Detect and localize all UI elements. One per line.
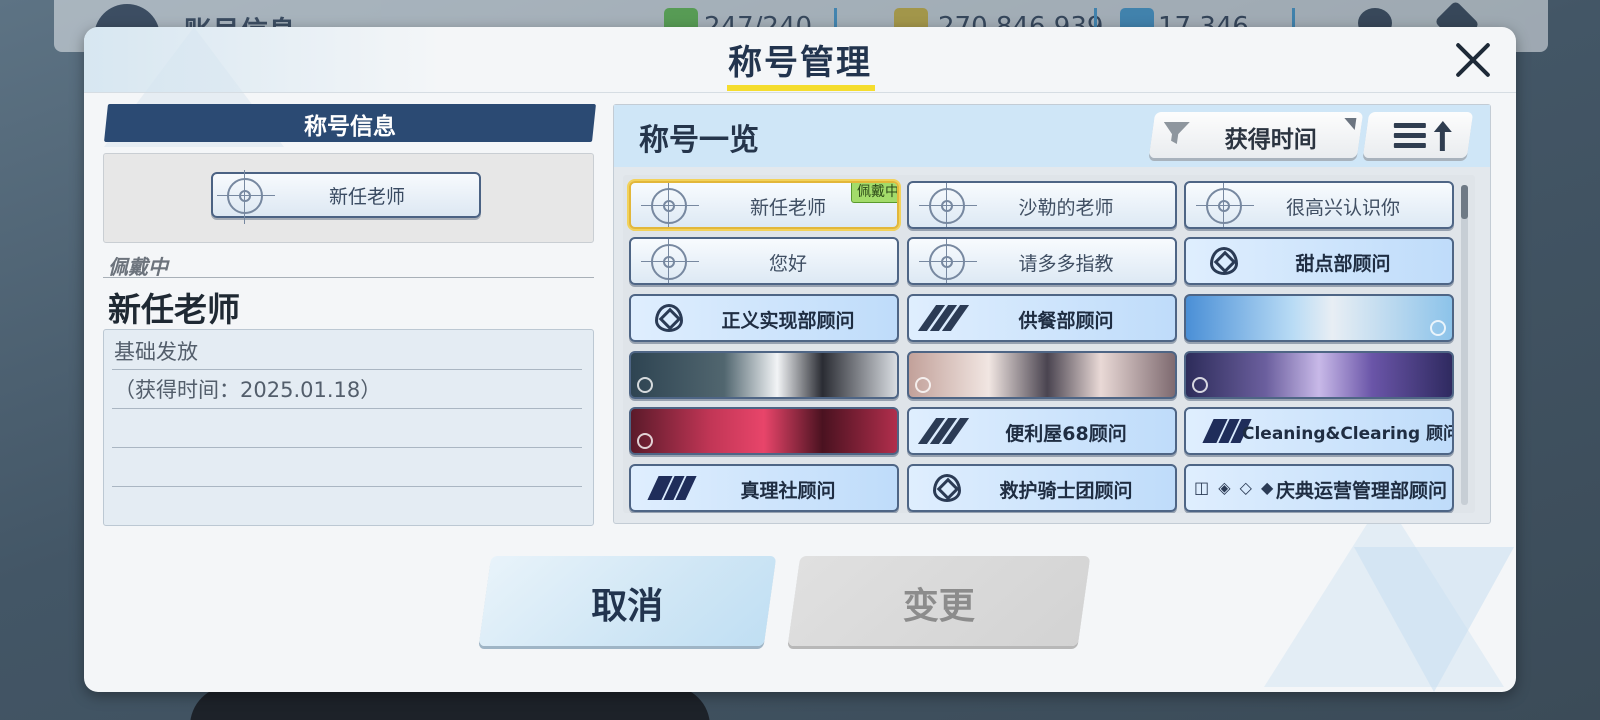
title-list-header: 称号一览 获得时间 (614, 105, 1490, 167)
title-description: 基础发放 （获得时间：2025.01.18） (103, 329, 594, 526)
title-tile-label: 请多多指教 (1018, 253, 1114, 275)
divider (112, 486, 582, 487)
title-info-header-label: 称号信息 (304, 114, 396, 140)
knot-icon (1208, 245, 1240, 277)
filter-icon (1161, 122, 1190, 144)
title-tile[interactable]: 沙勒的老师 (907, 181, 1177, 229)
decor-triangle (1354, 547, 1514, 692)
scrollbar-thumb[interactable] (1461, 185, 1468, 219)
title-underline (727, 85, 875, 91)
equipped-title-name: 新任老师 (108, 290, 240, 329)
preview-title-chip: 新任老师 (211, 170, 481, 224)
change-button-label: 变更 (902, 586, 975, 627)
equipped-label: 佩戴中 (108, 255, 168, 279)
title-tile[interactable]: 很高兴认识你 (1184, 181, 1454, 229)
title-tile-label: 您好 (768, 253, 807, 275)
title-tile-label: 庆典运营管理部顾问 (1276, 480, 1448, 502)
arrow-up-icon (1434, 121, 1452, 151)
obtained-time: （获得时间：2025.01.18） (114, 378, 382, 402)
title-tile[interactable]: 甜点部顾问 (1184, 237, 1454, 285)
divider (112, 369, 582, 370)
title-tile[interactable]: 您好 (629, 237, 899, 285)
title-tile-art[interactable] (629, 407, 899, 455)
title-tile-label: 甜点部顾问 (1295, 253, 1391, 275)
art-badge-icon (637, 433, 653, 449)
title-tile-label: 真理社顾问 (740, 480, 836, 502)
title-tile[interactable]: 真理社顾问 (629, 464, 899, 512)
title-tile-art[interactable] (1184, 294, 1454, 342)
knot-icon (931, 472, 963, 504)
title-list-panel: 称号一览 获得时间 新任老师 佩戴中 沙勒的老师 很高兴认识你您好 请多多指教 甜点部顾问… (613, 104, 1491, 524)
sort-filter-button[interactable]: 获得时间 (1148, 112, 1364, 158)
sort-label: 获得时间 (1224, 127, 1317, 153)
change-button[interactable]: 变更 (787, 556, 1091, 646)
preview-title-label: 新任老师 (328, 186, 405, 208)
compass-emblem-icon (1196, 183, 1254, 227)
title-tile-label: 沙勒的老师 (1018, 197, 1114, 219)
title-tile-label: Cleaning&Clearing 顾问 (1242, 424, 1454, 444)
symbols-icon: ◫ ◈ ◇ ◆ (1194, 478, 1276, 497)
title-tile[interactable]: 正义实现部顾问 (629, 294, 899, 342)
title-tile[interactable]: 便利屋68顾问 (907, 407, 1177, 455)
title-tile[interactable]: 请多多指教 (907, 237, 1177, 285)
art-badge-icon (915, 377, 931, 393)
sort-order-button[interactable] (1362, 112, 1474, 158)
compass-emblem-icon (641, 239, 699, 283)
equipped-badge: 佩戴中 (851, 183, 897, 203)
close-button[interactable] (1452, 39, 1494, 81)
compass-emblem-icon (919, 183, 977, 227)
compass-emblem-icon (217, 170, 275, 224)
art-badge-icon (1430, 320, 1446, 336)
title-tile[interactable]: 救护骑士团顾问 (907, 464, 1177, 512)
title-tile-art[interactable] (1184, 351, 1454, 399)
cancel-button[interactable]: 取消 (478, 556, 777, 646)
divider (112, 408, 582, 409)
title-tile-art[interactable] (629, 351, 899, 399)
chevrons-icon (917, 418, 970, 444)
title-tile-label: 供餐部顾问 (1018, 310, 1114, 332)
title-tile-label: 救护骑士团顾问 (999, 480, 1133, 502)
dialog-title: 称号管理 (728, 43, 872, 83)
title-tile-art[interactable] (907, 351, 1177, 399)
title-tile[interactable]: 新任老师 佩戴中 (629, 181, 899, 229)
chevrons-icon (917, 305, 970, 331)
compass-emblem-icon (919, 239, 977, 283)
divider (103, 277, 594, 278)
cancel-button-label: 取消 (591, 586, 664, 627)
list-icon (1393, 123, 1426, 149)
title-management-dialog: 称号管理 称号信息 新任老师 佩戴中 新任老师 基础发放 （获得时间：2025.… (84, 27, 1516, 692)
title-tile-label: 便利屋68顾问 (1005, 423, 1127, 445)
title-source: 基础发放 (114, 340, 198, 364)
title-tile[interactable]: ◫ ◈ ◇ ◆ 庆典运营管理部顾问 (1184, 464, 1454, 512)
divider (112, 447, 582, 448)
art-badge-icon (637, 377, 653, 393)
art-badge-icon (1192, 377, 1208, 393)
title-tile[interactable]: 供餐部顾问 (907, 294, 1177, 342)
scrollbar[interactable] (1461, 185, 1468, 505)
title-grid: 新任老师 佩戴中 沙勒的老师 很高兴认识你您好 请多多指教 甜点部顾问正义实现部顾问 供餐部… (623, 175, 1475, 513)
title-tile-label: 很高兴认识你 (1285, 197, 1400, 219)
knot-icon (653, 302, 685, 334)
title-tile[interactable]: Cleaning&Clearing 顾问 (1184, 407, 1454, 455)
title-preview: 新任老师 (103, 153, 594, 243)
title-list-heading: 称号一览 (639, 123, 759, 158)
title-tile-label: 正义实现部顾问 (721, 310, 855, 332)
compass-emblem-icon (641, 183, 699, 227)
